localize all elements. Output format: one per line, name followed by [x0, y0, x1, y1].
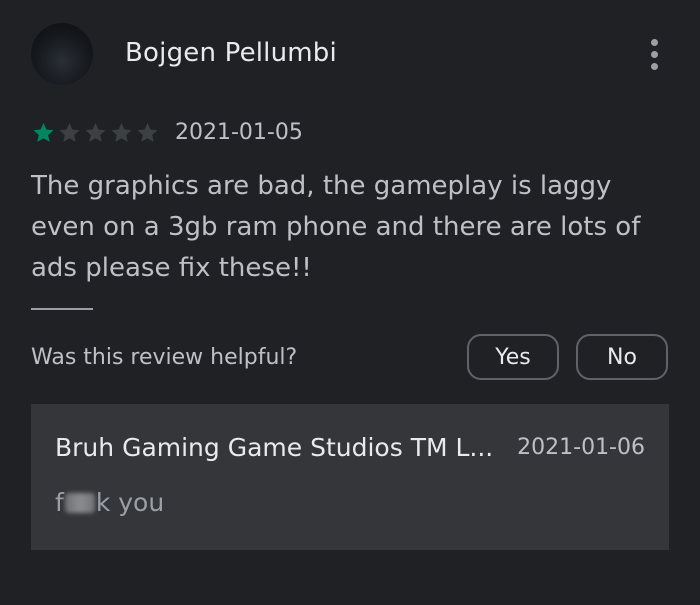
- helpful-question: Was this review helpful?: [31, 345, 298, 370]
- author-name: Bojgen Pellumbi: [125, 38, 337, 68]
- star-empty-icon: [85, 123, 106, 142]
- review-card: Bojgen Pellumbi 2021-01-05 The graphics …: [0, 0, 700, 605]
- review-date: 2021-01-05: [175, 120, 303, 145]
- developer-name: Bruh Gaming Game Studios TM L...: [55, 433, 494, 462]
- divider: [31, 308, 93, 310]
- developer-reply: Bruh Gaming Game Studios TM L... 2021-01…: [31, 404, 669, 550]
- more-options-button[interactable]: [636, 36, 672, 72]
- star-empty-icon: [137, 123, 158, 142]
- developer-reply-date: 2021-01-06: [517, 435, 645, 460]
- star-empty-icon: [111, 123, 132, 142]
- no-button[interactable]: No: [576, 334, 668, 380]
- avatar: [31, 23, 93, 85]
- star-rating: [31, 121, 160, 145]
- more-vert-icon: [650, 38, 658, 46]
- star-empty-icon: [59, 123, 80, 142]
- reply-text-start: f: [55, 488, 64, 517]
- censor-blur: [64, 493, 95, 513]
- yes-button[interactable]: Yes: [467, 334, 559, 380]
- developer-reply-text: f k you: [55, 488, 164, 517]
- star-filled-icon: [33, 123, 54, 142]
- reply-text-end: k you: [95, 488, 165, 517]
- review-text: The graphics are bad, the gameplay is la…: [31, 171, 641, 283]
